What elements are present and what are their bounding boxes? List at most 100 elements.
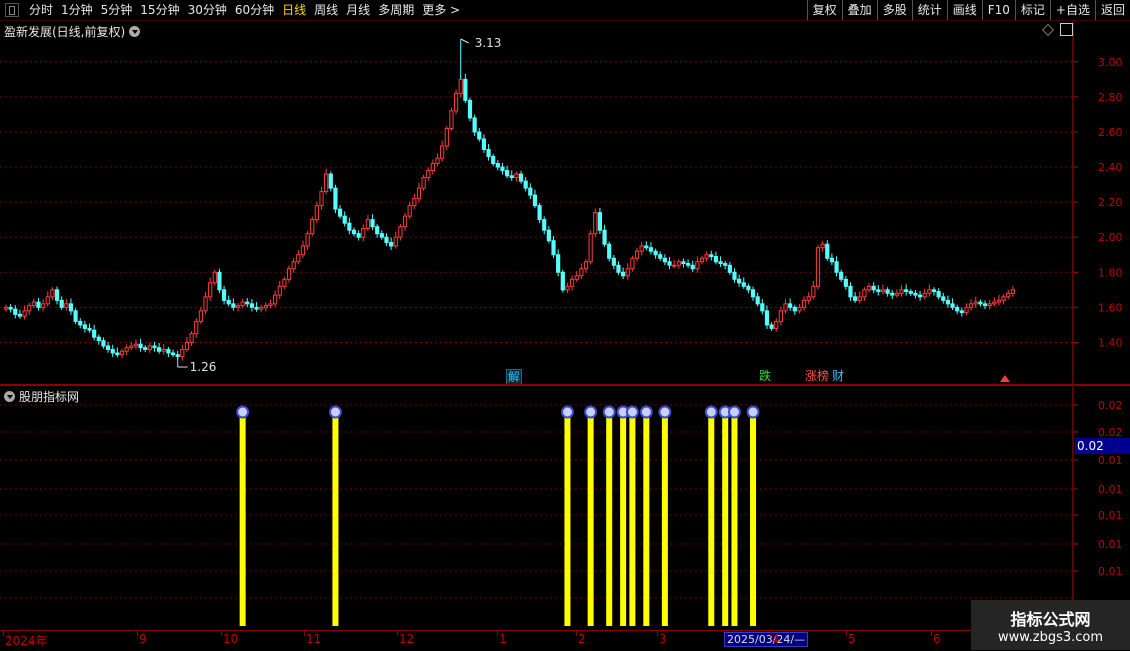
toolbar-button[interactable]: 统计 — [911, 0, 947, 20]
candle-body — [579, 268, 584, 277]
candle-body — [314, 205, 319, 221]
period-tab[interactable]: 60分钟 — [231, 0, 278, 20]
candle-body — [829, 257, 835, 263]
candle-body — [481, 138, 487, 151]
period-tab[interactable]: 15分钟 — [136, 0, 183, 20]
y-tick-label: 0.01 — [1098, 565, 1123, 578]
period-tab[interactable]: 月线 — [342, 0, 374, 20]
y-tick-label: 2.20 — [1098, 196, 1123, 209]
candle-body — [444, 127, 449, 147]
candle-body — [955, 306, 960, 312]
candle-body — [105, 345, 111, 350]
period-tab[interactable]: 更多 > — [418, 0, 464, 20]
candle-body — [653, 250, 658, 256]
period-tabs: 分时 1分钟 5分钟 15分钟 30分钟 60分钟 日线 周线 月线 多周期 更多 > — [25, 0, 464, 20]
candle-body — [166, 348, 171, 354]
candle-body — [792, 306, 797, 312]
cursor-date-badge: 2025/03/24/— — [724, 632, 809, 647]
date-tick — [931, 631, 932, 636]
candle-body — [119, 350, 125, 356]
event-signal[interactable]: 财 — [831, 369, 845, 383]
indicator-chart[interactable]: 0.020.020.010.010.010.010.01 — [0, 386, 1130, 630]
candle-body — [440, 145, 445, 159]
date-axis[interactable]: 2025/03/24/— 2024年 9 10 11 12 1 2 3 4 5 6 — [0, 630, 1130, 651]
candle-body — [611, 257, 616, 266]
candle-body — [922, 292, 927, 298]
toolbar-button[interactable]: F10 — [981, 0, 1015, 20]
period-tab[interactable]: 多周期 — [374, 0, 418, 20]
candle-body — [491, 156, 496, 165]
event-signal[interactable]: 涨榜 — [804, 369, 830, 383]
period-tab[interactable]: 周线 — [310, 0, 342, 20]
toolbar-button[interactable]: 返回 — [1094, 0, 1130, 20]
candle-body — [607, 243, 612, 259]
candle-body — [73, 310, 78, 322]
candle-body — [3, 306, 9, 310]
date-tick — [304, 631, 305, 636]
y-tick-label: 2.40 — [1098, 161, 1123, 174]
candle-body — [64, 303, 69, 308]
toolbar-button[interactable]: 叠加 — [841, 0, 877, 20]
candle-body — [342, 215, 347, 224]
period-tab[interactable]: 日线 — [278, 0, 310, 20]
event-signal[interactable]: 解 — [506, 369, 523, 385]
toolbar-button[interactable]: 画线 — [946, 0, 982, 20]
period-tab[interactable]: 5分钟 — [97, 0, 137, 20]
candle-body — [115, 352, 120, 356]
event-signal[interactable]: 跌 — [758, 369, 772, 383]
panel-toggle-icon[interactable] — [5, 3, 19, 17]
candle-body — [143, 347, 148, 350]
period-tab[interactable]: 30分钟 — [184, 0, 231, 20]
candle-body — [593, 212, 598, 235]
candle-body — [569, 278, 575, 287]
low-label: 1.26 — [190, 360, 217, 374]
signal-marker — [639, 405, 653, 419]
kline-panel[interactable]: 盈新发展(日线,前复权) 3.00 2.80 2.60 2.40 2.20 2.00 1.8… — [0, 21, 1130, 384]
candle-body — [750, 289, 756, 298]
candle-body — [505, 170, 510, 177]
candle-body — [945, 299, 951, 305]
toolbar-button[interactable]: 标记 — [1014, 0, 1050, 20]
candle-body — [337, 208, 343, 217]
candle-body — [778, 310, 783, 322]
signal-marker — [560, 405, 574, 419]
signal-marker — [602, 405, 616, 419]
candle-body — [964, 306, 969, 314]
toolbar-button[interactable]: 复权 — [806, 0, 842, 20]
candle-body — [412, 198, 417, 207]
candle-body — [820, 243, 825, 249]
signal-marker — [584, 405, 598, 419]
candle-body — [699, 257, 705, 263]
kline-chart[interactable]: 3.00 2.80 2.60 2.40 2.20 2.00 1.80 1.60 1.40 3.13… — [0, 21, 1130, 384]
candle-body — [973, 301, 978, 305]
candle-body — [467, 99, 473, 119]
candle-body — [157, 347, 162, 352]
period-tab[interactable]: 1分钟 — [57, 0, 97, 20]
expand-icon[interactable] — [1060, 23, 1073, 36]
toolbar-button[interactable]: +自选 — [1049, 0, 1095, 20]
candle-body — [556, 254, 561, 273]
panel-divider[interactable] — [0, 384, 1130, 386]
date-tick — [576, 631, 577, 636]
y-tick-label: 2.80 — [1098, 91, 1123, 104]
period-tab[interactable]: 分时 — [25, 0, 57, 20]
candle-body — [430, 163, 435, 172]
candle-body — [180, 348, 185, 357]
candle-body — [546, 229, 551, 242]
signal-bar — [606, 410, 613, 626]
date-tick — [497, 631, 498, 636]
watermark: 指标公式网 www.zbgs3.com — [971, 600, 1130, 650]
candle-body — [616, 264, 621, 273]
indicator-panel[interactable]: 股朋指标网 0.02 0.02 0.01 0.01 0.01 0.01 0.01 0.02 — [0, 386, 1130, 630]
candle-body — [87, 327, 92, 331]
candle-body — [704, 254, 709, 259]
candle-body — [152, 345, 157, 349]
candle-body — [203, 296, 208, 312]
candle-body — [365, 219, 371, 229]
triangle-icon — [1000, 375, 1010, 382]
candle-body — [718, 261, 723, 265]
candle-body — [978, 301, 983, 305]
candle-body — [913, 292, 918, 296]
toolbar-button[interactable]: 多股 — [876, 0, 912, 20]
candle-body — [78, 320, 83, 326]
